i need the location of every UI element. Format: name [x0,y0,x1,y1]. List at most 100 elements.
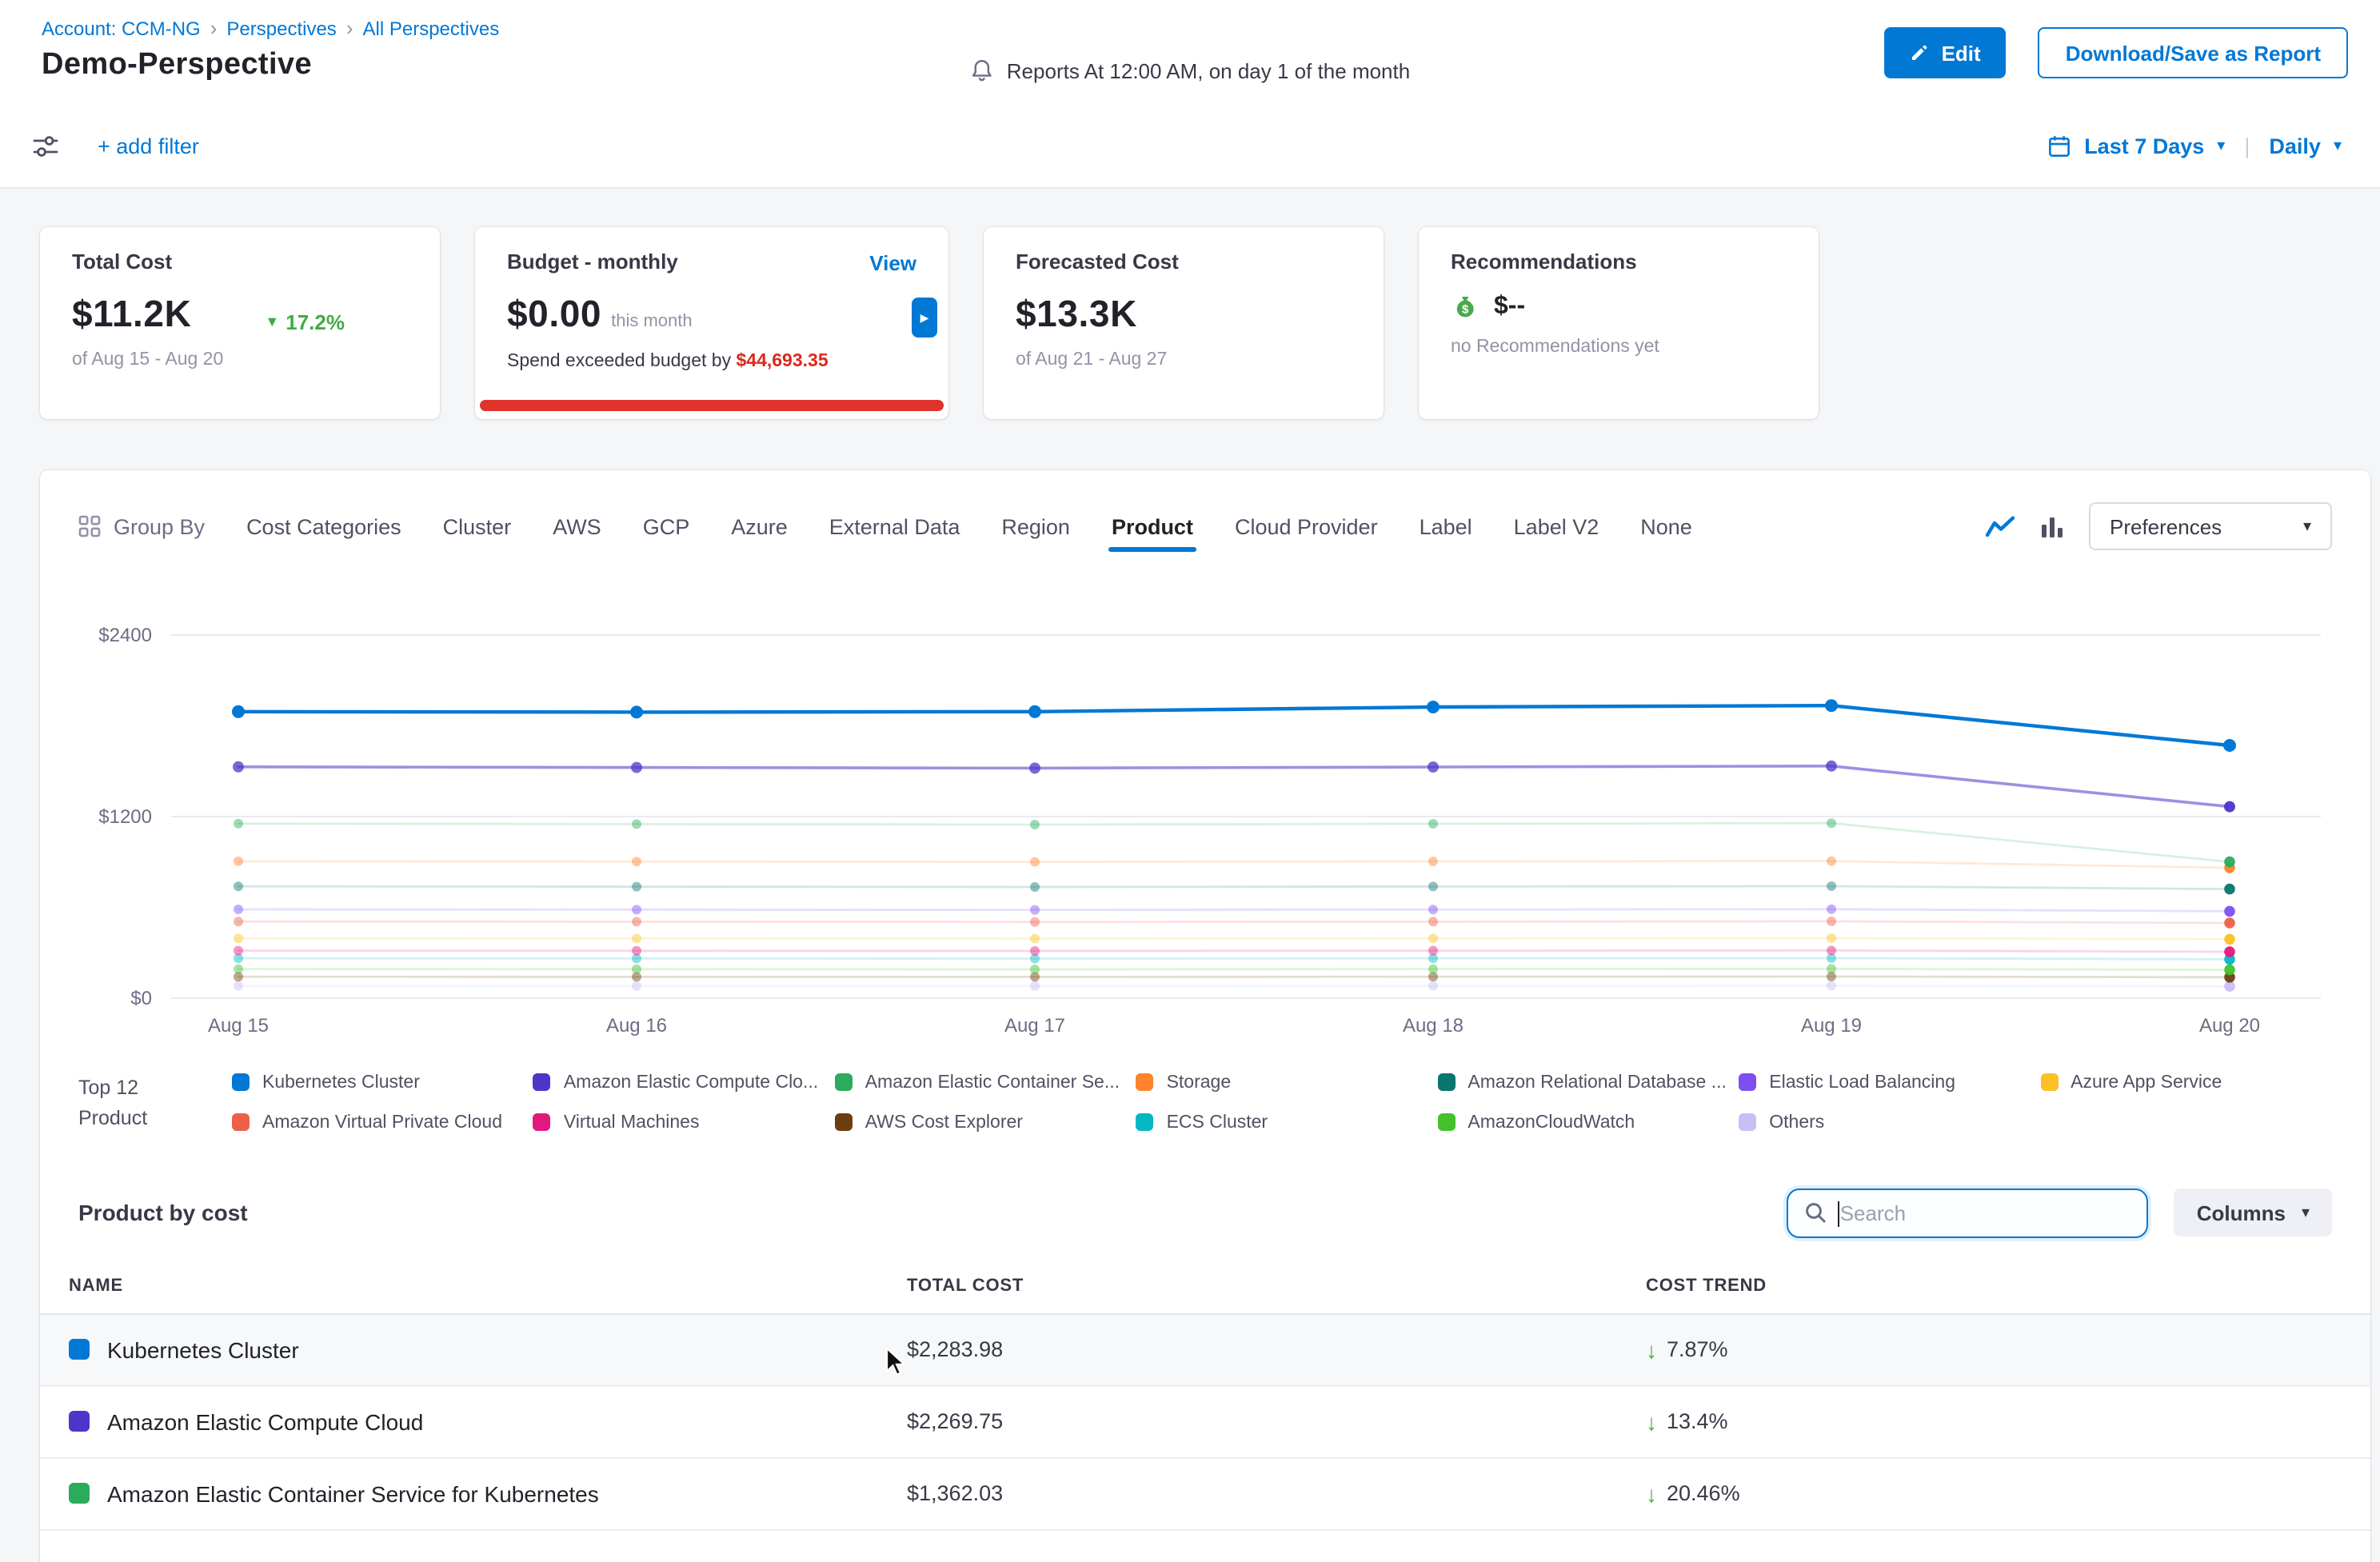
tab-region[interactable]: Region [1001,514,1070,538]
table-section-title: Product by cost [78,1200,248,1225]
group-by-row: Group By Cost Categories Cluster AWS GCP Azu… [40,470,2370,550]
page-header: Account: CCM-NG › Perspectives › All Per… [0,0,2380,106]
legend-item[interactable]: Elastic Load Balancing [1739,1072,2031,1094]
legend-swatch [1437,1074,1455,1092]
legend-item[interactable]: AmazonCloudWatch [1437,1112,1729,1134]
bar-chart-icon[interactable] [2041,515,2063,537]
chevron-down-icon: ▾ [2303,517,2311,535]
breadcrumb-account-link[interactable]: Account: CCM-NG [42,17,201,39]
legend-label: Azure App Service [2071,1073,2222,1093]
column-header-total-cost[interactable]: TOTAL COST [907,1276,1646,1296]
table-row[interactable]: Amazon Elastic Container Service for Kub… [40,1458,2370,1530]
search-input[interactable] [1840,1200,2131,1224]
svg-text:Aug 19: Aug 19 [1801,1015,1862,1037]
tab-product[interactable]: Product [1112,514,1193,538]
columns-label: Columns [2197,1200,2286,1224]
budget-exceeded-text: Spend exceeded budget by $44,693.35 [507,352,916,371]
forecasted-cost-card: Forecasted Cost $13.3K of Aug 21 - Aug 2… [984,227,1384,419]
row-color-swatch [69,1411,90,1432]
breadcrumb-all-perspectives-link[interactable]: All Perspectives [363,17,500,39]
breadcrumb-perspectives-link[interactable]: Perspectives [226,17,336,39]
line-chart-icon[interactable] [1985,514,2015,538]
row-color-swatch [69,1483,90,1504]
row-cost-trend: ↓7.87% [1646,1336,2370,1362]
download-button-label: Download/Save as Report [2066,41,2321,65]
budget-view-link[interactable]: View [869,251,916,275]
table-row[interactable]: Amazon Elastic Compute Cloud$2,269.75↓13… [40,1386,2370,1458]
budget-exceeded-amount: $44,693.35 [737,352,829,371]
tab-cost-categories[interactable]: Cost Categories [246,514,401,538]
tab-cluster[interactable]: Cluster [443,514,512,538]
divider: | [2244,134,2250,158]
preferences-button[interactable]: Preferences ▾ [2089,502,2332,550]
table-row[interactable]: Kubernetes Cluster$2,283.98↓7.87% [40,1314,2370,1386]
recommendations-title: Recommendations [1451,250,1787,274]
date-range-selector[interactable]: Last 7 Days [2084,134,2204,158]
bell-icon [970,58,994,83]
legend-swatch [1437,1113,1455,1131]
granularity-selector[interactable]: Daily [2269,134,2321,158]
report-schedule: Reports At 12:00 AM, on day 1 of the mon… [970,58,1410,83]
column-header-cost-trend[interactable]: COST TREND [1646,1276,2370,1296]
budget-card: Budget - monthly View $0.00 this month S… [475,227,948,419]
recommendations-subtitle: no Recommendations yet [1451,338,1787,357]
legend-title: Top 12 Product [78,1072,232,1133]
svg-text:Aug 18: Aug 18 [1403,1015,1464,1037]
row-cost-trend: ↓20.46% [1646,1480,2370,1506]
cost-trend-chart[interactable]: $0$1200$2400Aug 15Aug 16Aug 17Aug 18Aug … [40,550,2370,1040]
row-total-cost: $2,283.98 [907,1337,1646,1361]
chevron-down-icon[interactable]: ▾ [2217,138,2225,155]
search-icon [1805,1201,1827,1224]
tab-external-data[interactable]: External Data [829,514,960,538]
legend-item[interactable]: Amazon Virtual Private Cloud [232,1112,524,1134]
add-filter-button[interactable]: + add filter [98,134,199,158]
tab-gcp[interactable]: GCP [643,514,690,538]
recommendations-value: $-- [1494,293,1525,322]
columns-button[interactable]: Columns ▾ [2174,1188,2332,1236]
text-cursor [1839,1200,1840,1226]
svg-text:$: $ [1462,303,1469,317]
row-color-swatch [69,1339,90,1360]
legend-item[interactable]: Amazon Elastic Compute Clo... [533,1072,825,1094]
legend-item[interactable]: Others [1739,1112,2031,1134]
forecasted-cost-title: Forecasted Cost [1016,250,1352,274]
download-save-report-button[interactable]: Download/Save as Report [2039,27,2348,78]
legend-swatch [232,1113,250,1131]
group-by-label: Group By [78,514,205,538]
legend-label: Elastic Load Balancing [1769,1073,1955,1093]
table-toolbar: Product by cost Columns ▾ [78,1188,2332,1237]
legend-label: Kubernetes Cluster [262,1073,420,1093]
legend-item[interactable]: ECS Cluster [1136,1112,1428,1134]
legend-label: Amazon Relational Database ... [1468,1073,1726,1093]
total-cost-card: Total Cost $11.2K ▼ 17.2% of Aug 15 - Au… [40,227,440,419]
legend-swatch [835,1074,853,1092]
svg-text:Aug 16: Aug 16 [606,1015,667,1037]
legend-label: AWS Cost Explorer [865,1113,1023,1132]
perspective-content: Total Cost $11.2K ▼ 17.2% of Aug 15 - Au… [0,227,2380,1562]
legend-swatch [232,1074,250,1092]
legend-item[interactable]: Amazon Relational Database ... [1437,1072,1729,1094]
legend-item[interactable]: AWS Cost Explorer [835,1112,1127,1134]
column-header-name[interactable]: NAME [69,1276,907,1296]
tab-cloud-provider[interactable]: Cloud Provider [1235,514,1378,538]
legend-label: AmazonCloudWatch [1468,1113,1635,1132]
tab-aws[interactable]: AWS [553,514,601,538]
chevron-down-icon[interactable]: ▾ [2334,138,2342,155]
tab-label-v2[interactable]: Label V2 [1514,514,1599,538]
tab-label[interactable]: Label [1420,514,1472,538]
tab-none[interactable]: None [1640,514,1692,538]
forecasted-cost-value: $13.3K [1016,293,1137,336]
row-name: Amazon Elastic Compute Cloud [107,1408,423,1434]
budget-expand-button[interactable]: ▶ [912,298,937,338]
legend-item[interactable]: Storage [1136,1072,1428,1094]
legend-item[interactable]: Kubernetes Cluster [232,1072,524,1094]
tab-azure[interactable]: Azure [731,514,788,538]
total-cost-title: Total Cost [72,250,408,274]
legend-item[interactable]: Virtual Machines [533,1112,825,1134]
legend-item[interactable]: Azure App Service [2040,1072,2332,1094]
filter-settings-icon[interactable] [22,123,69,170]
edit-button[interactable]: Edit [1884,27,2007,78]
legend-item[interactable]: Amazon Elastic Container Se... [835,1072,1127,1094]
filter-bar: + add filter Last 7 Days ▾ | Daily ▾ [0,106,2380,189]
edit-button-label: Edit [1942,41,1981,65]
